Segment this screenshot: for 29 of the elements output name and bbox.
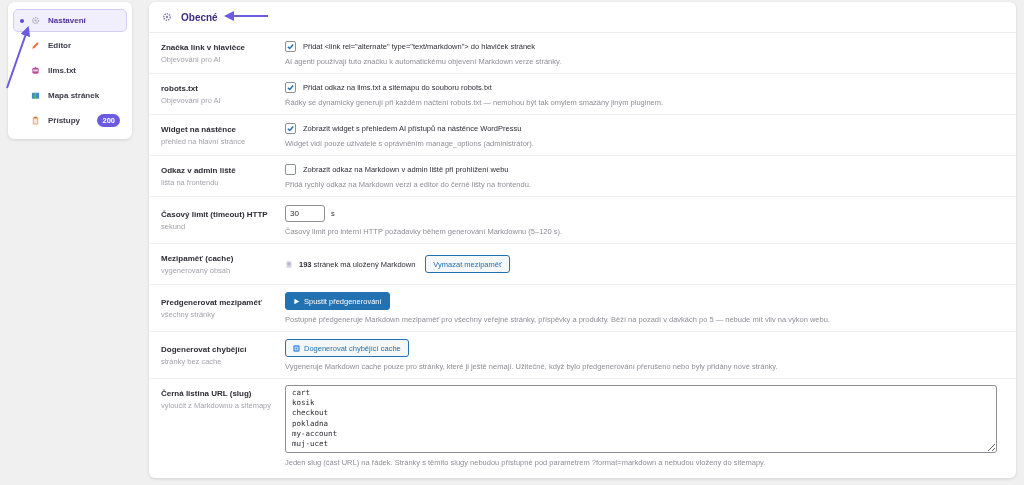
sidebar-item[interactable]: llms.txt (13, 59, 127, 82)
checkbox[interactable] (285, 40, 296, 52)
setting-label: Černá listina URL (slug) (161, 389, 253, 398)
setting-label: Odkaz v admin liště (161, 165, 237, 175)
checkbox[interactable] (285, 81, 296, 93)
gear-icon (162, 12, 172, 22)
sidebar-item[interactable]: Mapa stránek (13, 84, 127, 107)
setting-label: Značka link v hlavičce (161, 42, 247, 52)
clipboard-icon (31, 116, 40, 125)
setting-label: Časový limit (timeout) HTTP (161, 209, 269, 219)
timeout-input[interactable]: 30 (285, 204, 325, 222)
gear-icon (31, 16, 40, 25)
pencil-icon (31, 41, 40, 50)
annotation-arrow (6, 26, 31, 89)
setting-label: Dogenerovat chybějící (161, 344, 248, 354)
setting-label: Mezipaměť (cache) (161, 253, 235, 263)
robot-icon (31, 66, 40, 75)
checkbox[interactable] (285, 122, 296, 134)
map-icon (31, 91, 40, 100)
checkbox[interactable] (285, 163, 296, 175)
sidebar-item[interactable]: Nastavení (13, 9, 127, 32)
setting-label: robots.txt (161, 83, 199, 93)
play-icon (293, 297, 300, 305)
sidebar-item[interactable]: Editor (13, 34, 127, 57)
setting-label: Widget na nástěnce (161, 124, 238, 134)
document-icon (285, 259, 293, 269)
section-title: Obecné (181, 11, 218, 23)
annotation-arrow (224, 11, 269, 21)
setting-label: Předgenerovat mezipaměť (161, 297, 263, 307)
